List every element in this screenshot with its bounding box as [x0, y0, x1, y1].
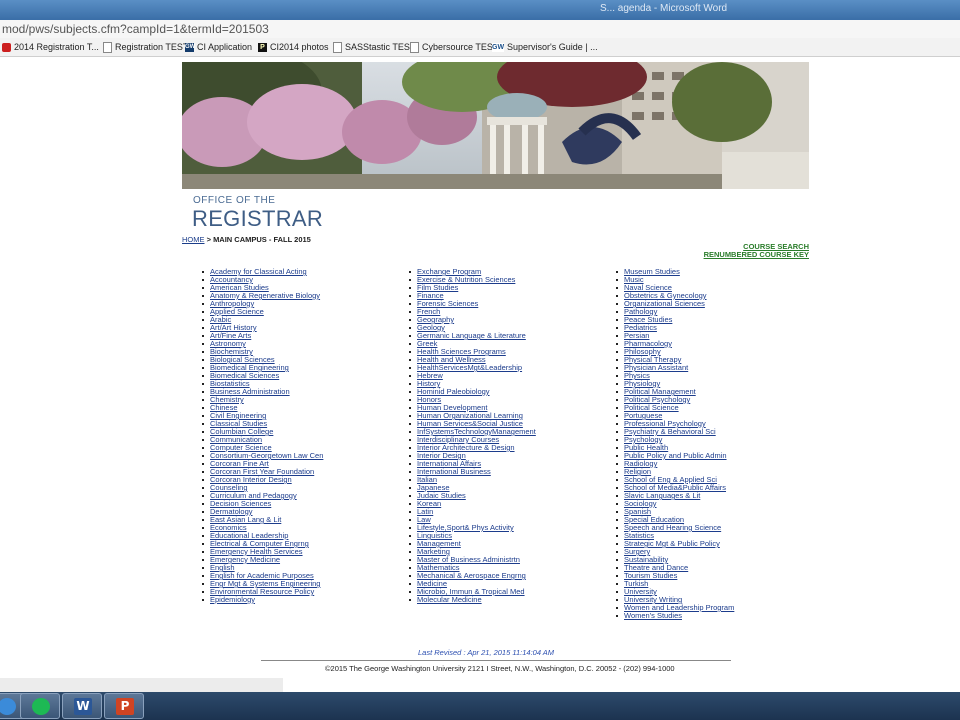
page-icon [410, 41, 419, 53]
breadcrumb: HOME > MAIN CAMPUS - FALL 2015 [182, 235, 311, 244]
home-link[interactable]: HOME [182, 235, 205, 244]
registrar-heading: REGISTRAR [192, 206, 324, 231]
subject-list-column-1: Academy for Classical Acting Accountancy A… [200, 268, 323, 604]
window-title: S... agenda - Microsoft Word [600, 3, 728, 14]
gw-icon: GW [185, 42, 196, 52]
bookmark-label: CI Application [197, 42, 253, 52]
gw-icon: GW [492, 42, 505, 52]
copyright: ©2015 The George Washington University 2… [325, 664, 675, 673]
bookmark-label: Supervisor's Guide | ... [507, 42, 598, 52]
campus-banner-image [182, 62, 809, 189]
subject-list-item: Women's Studies [614, 612, 734, 620]
bookmark-item[interactable]: GW Supervisor's Guide | ... [492, 41, 598, 53]
top-right-links: COURSE SEARCH RENUMBERED COURSE KEY [704, 243, 809, 259]
bookmark-item[interactable]: Cybersource TEST [410, 41, 498, 53]
subject-link[interactable]: Epidemiology [210, 595, 255, 604]
footer-divider [261, 660, 731, 661]
bookmark-item[interactable]: GW CI Application [185, 41, 252, 53]
word-icon: W [74, 698, 92, 715]
page-icon [103, 41, 112, 53]
renumbered-course-key-link[interactable]: RENUMBERED COURSE KEY [704, 251, 809, 259]
bookmark-label: 2014 Registration T... [14, 42, 99, 52]
address-bar[interactable]: mod/pws/subjects.cfm?campId=1&termId=201… [0, 20, 960, 39]
internet-explorer-icon [0, 698, 16, 715]
subject-link[interactable]: Molecular Medicine [417, 595, 482, 604]
p-icon: P [258, 42, 267, 52]
bookmark-label: Registration TEST [115, 42, 189, 52]
page-icon [333, 41, 342, 53]
taskbar-spotify-button[interactable] [20, 693, 60, 719]
bookmark-item[interactable]: SASStastic TEST [333, 41, 415, 53]
breadcrumb-separator: > [204, 235, 214, 244]
subject-list-column-3: Museum Studies Music Naval Science Obstetri… [614, 268, 734, 620]
window-title-bar: S... agenda - Microsoft Word [0, 0, 960, 20]
office-of-the-heading: OFFICE OF THE [193, 195, 276, 206]
bookmark-item[interactable]: P CI2014 photos [258, 41, 329, 53]
subject-list-item: Epidemiology [200, 596, 323, 604]
campus-photo [182, 62, 809, 189]
bookmark-item[interactable]: Registration TEST [103, 41, 188, 53]
taskbar-word-button[interactable]: W [62, 693, 102, 719]
taskbar-powerpoint-button[interactable]: P [104, 693, 144, 719]
bookmark-item[interactable]: 2014 Registration T... [2, 41, 99, 53]
bookmark-label: CI2014 photos [270, 42, 329, 52]
windows-taskbar: W P [0, 692, 960, 720]
bookmarks-bar: 2014 Registration T... Registration TEST… [0, 38, 960, 57]
subject-list-item: Molecular Medicine [407, 596, 536, 604]
bookmark-label: SASStastic TEST [345, 42, 416, 52]
bookmark-label: Cybersource TEST [422, 42, 499, 52]
address-url[interactable]: mod/pws/subjects.cfm?campId=1&termId=201… [0, 22, 269, 36]
subject-list-column-2: Exchange Program Exercise & Nutrition Sci… [407, 268, 536, 604]
spotify-icon [32, 698, 50, 715]
breadcrumb-current: MAIN CAMPUS - FALL 2015 [213, 235, 311, 244]
subject-link[interactable]: Women's Studies [624, 611, 682, 620]
youtube-icon [2, 42, 11, 52]
last-revised: Last Revised : Apr 21, 2015 11:14:04 AM [418, 648, 555, 657]
powerpoint-icon: P [116, 698, 134, 715]
status-area [0, 678, 283, 692]
